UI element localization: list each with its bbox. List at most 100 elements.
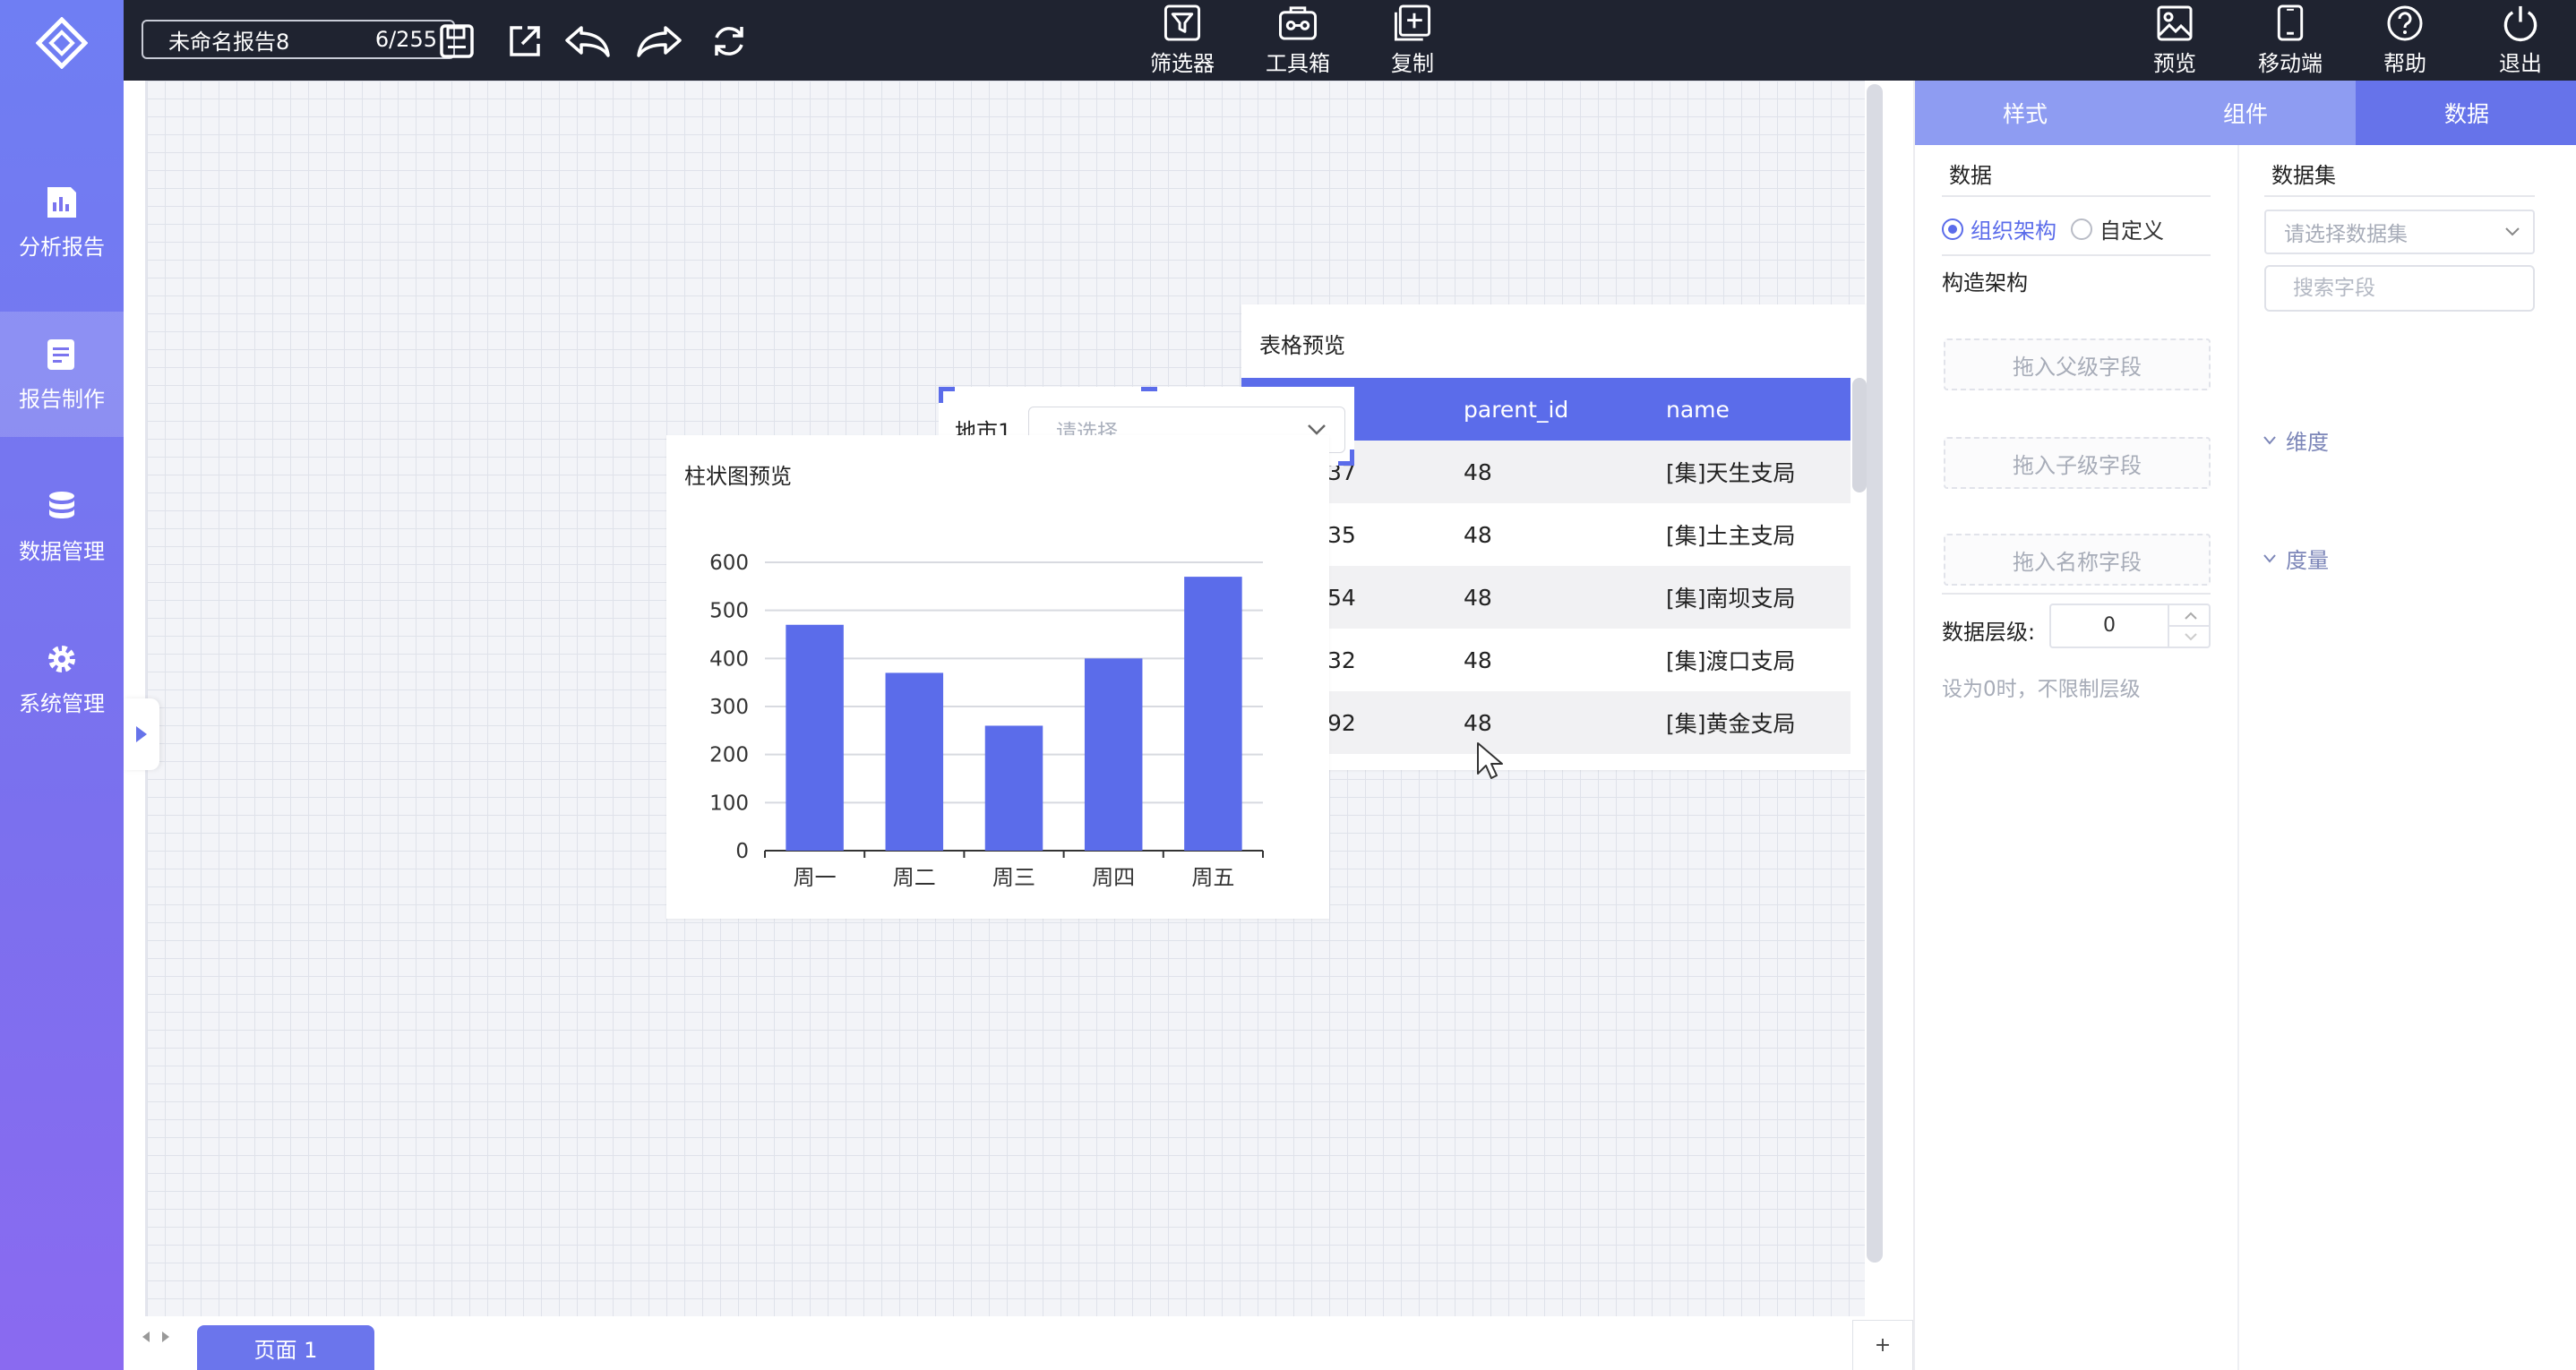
bar (786, 624, 844, 851)
caret-right-icon[interactable] (161, 1331, 170, 1343)
sidebar-item-system-management[interactable]: 系统管理 (0, 616, 124, 741)
sidebar-item-data-management[interactable]: 数据管理 (0, 464, 124, 589)
divider (1942, 593, 2211, 595)
table-cell: 54 (1327, 584, 1356, 611)
x-tick-label: 周二 (893, 865, 936, 890)
export-icon (510, 26, 540, 56)
table-cell: [集]南坝支局 (1666, 586, 1796, 612)
data-level-stepper[interactable]: 0 (2049, 604, 2211, 648)
sidebar-item-label: 分析报告 (19, 234, 105, 260)
table-row: 32 48 [集]渡口支局 (1241, 629, 1850, 691)
bar-chart-svg: 0 100 200 300 400 500 600 周一 周二 周三 周四 周五 (709, 552, 1264, 890)
bar (1184, 577, 1242, 851)
bar (1084, 658, 1143, 851)
toolbox-button[interactable]: 工具箱 (1249, 4, 1347, 77)
tab-label: 数据 (2443, 101, 2489, 127)
table-cell: 48 (1464, 584, 1492, 611)
filter-icon (1163, 4, 1201, 41)
drop-zone-label: 拖入父级字段 (2013, 354, 2142, 380)
table-cell: 48 (1464, 521, 1492, 548)
tab-data[interactable]: 数据 (2356, 81, 2576, 145)
table-scrollbar[interactable] (1852, 378, 1867, 492)
table-row: 54 48 [集]南坝支局 (1241, 566, 1850, 629)
page-tab[interactable]: 页面 1 (197, 1325, 374, 1370)
app-logo[interactable] (0, 0, 124, 86)
copy-plus-icon (1394, 4, 1431, 41)
bar (984, 725, 1043, 851)
selection-handle[interactable] (1338, 450, 1354, 466)
preview-button[interactable]: 预览 (2125, 4, 2224, 77)
dataset-select-placeholder: 请选择数据集 (2284, 223, 2408, 246)
top-toolbar: 未命名报告8 6/255 筛选器 工具箱 复制 预览 移动端 帮助 退出 (124, 0, 2576, 81)
help-button[interactable]: 帮助 (2356, 4, 2454, 77)
refresh-icon (715, 27, 743, 56)
y-tick-label: 300 (709, 696, 749, 719)
report-name-field[interactable]: 未命名报告8 6/255 (142, 20, 455, 59)
tab-components[interactable]: 组件 (2135, 81, 2356, 145)
table-preview-widget[interactable]: 表格预览 parent_id name 37 48 [集]天生支局 35 48 … (1241, 304, 1868, 770)
design-canvas[interactable]: 表格预览 parent_id name 37 48 [集]天生支局 35 48 … (145, 81, 1868, 1316)
caret-right-icon (136, 726, 147, 742)
logout-button[interactable]: 退出 (2471, 4, 2570, 77)
dataset-select[interactable]: 请选择数据集 (2264, 210, 2535, 254)
gear-icon (48, 645, 75, 672)
help-icon (2387, 5, 2423, 40)
redo-button[interactable] (634, 16, 684, 66)
drop-parent-field[interactable]: 拖入父级字段 (1944, 338, 2211, 390)
report-edit-icon (47, 338, 74, 370)
bar-chart-widget[interactable]: 柱状图预览 0 100 200 300 400 500 600 周一 周二 周三 周四 周五 (666, 435, 1329, 919)
refresh-button[interactable] (704, 16, 754, 66)
properties-panel: 样式 组件 数据 数据 组织架构 自定义 构造架构 拖入父级字段 拖入子级字段 … (1913, 81, 2576, 1370)
caret-left-icon[interactable] (142, 1331, 150, 1343)
dataset-heading: 数据集 (2271, 163, 2336, 188)
sidebar-item-analysis-report[interactable]: 分析报告 (0, 159, 124, 285)
stepper-divider (2169, 625, 2211, 627)
radio-org-structure[interactable]: 组织架构 (1942, 213, 2057, 244)
table-cell: 48 (1464, 709, 1492, 736)
x-tick-label: 周四 (1092, 865, 1135, 890)
data-level-value[interactable]: 0 (2051, 614, 2168, 637)
y-tick-label: 100 (709, 792, 749, 815)
table-cell: 48 (1464, 646, 1492, 673)
sidebar-expand-toggle[interactable] (124, 698, 159, 770)
field-search-input[interactable] (2264, 265, 2535, 312)
add-page-button[interactable]: + (1852, 1320, 1913, 1370)
page-tabs-bar: 页面 1 + (124, 1316, 1913, 1370)
x-tick-label: 周三 (992, 865, 1035, 890)
dimension-group[interactable]: 维度 (2263, 424, 2329, 456)
radio-custom[interactable]: 自定义 (2071, 213, 2164, 244)
table-cell: [集]天生支局 (1666, 460, 1796, 486)
selection-handle[interactable] (1141, 387, 1157, 403)
table-row: 92 48 [集]黄金支局 (1241, 691, 1850, 754)
mobile-icon (2277, 4, 2304, 41)
sidebar-item-label: 系统管理 (19, 690, 105, 716)
data-level-label: 数据层级: (1942, 620, 2036, 645)
page-tab-label: 页面 1 (253, 1337, 318, 1363)
page-scroll-arrows[interactable] (142, 1331, 170, 1343)
filter-tool-button[interactable]: 筛选器 (1133, 4, 1232, 77)
report-chart-icon (47, 186, 76, 218)
save-button[interactable] (432, 16, 482, 66)
undo-button[interactable] (562, 16, 613, 66)
chevron-up-icon[interactable] (2184, 612, 2198, 621)
copy-button[interactable]: 复制 (1363, 4, 1462, 77)
chevron-down-icon (1308, 424, 1326, 435)
tab-style[interactable]: 样式 (1915, 81, 2135, 145)
sidebar-item-report-making[interactable]: 报告制作 (0, 312, 124, 437)
chevron-down-icon[interactable] (2184, 632, 2198, 641)
bar-chart-title: 柱状图预览 (684, 464, 792, 489)
toolbox-label: 工具箱 (1266, 51, 1330, 76)
selection-handle[interactable] (939, 387, 955, 403)
bar (885, 672, 944, 851)
y-tick-label: 0 (735, 840, 749, 863)
radio-unchecked-icon (2071, 218, 2092, 240)
drop-name-field[interactable]: 拖入名称字段 (1944, 534, 2211, 586)
divider (1942, 254, 2211, 256)
measure-group[interactable]: 度量 (2263, 543, 2329, 574)
panel-column-divider (2237, 145, 2239, 1370)
export-button[interactable] (500, 16, 550, 66)
canvas-scrollbar[interactable] (1867, 84, 1883, 1263)
drop-child-field[interactable]: 拖入子级字段 (1944, 437, 2211, 489)
divider (1942, 195, 2211, 197)
mobile-button[interactable]: 移动端 (2241, 4, 2340, 77)
